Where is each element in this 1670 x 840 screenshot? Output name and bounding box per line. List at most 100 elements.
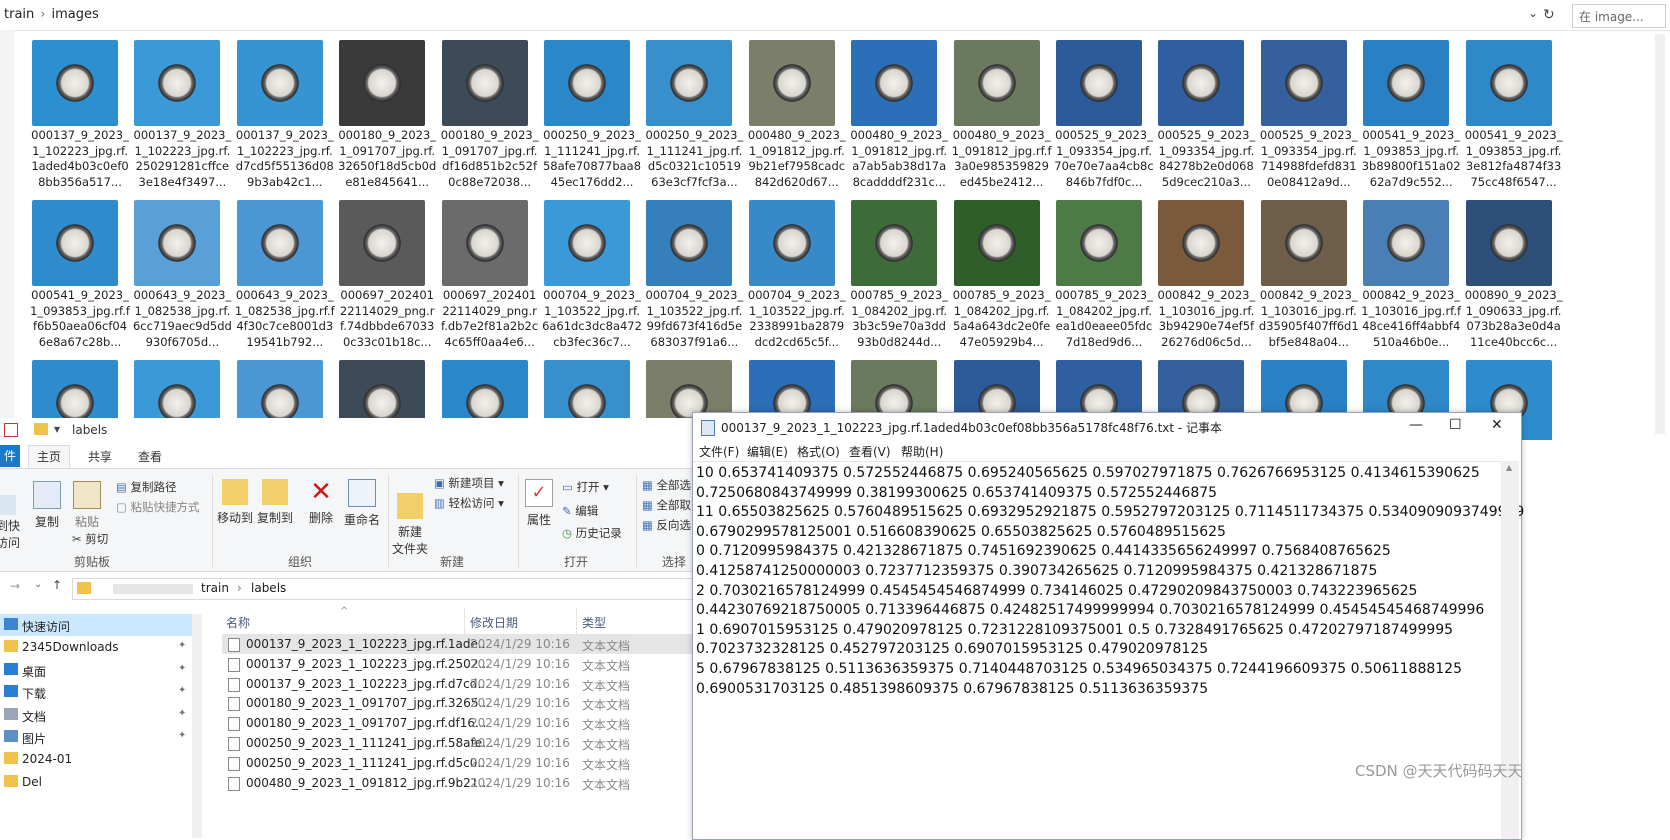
- thumbnail-item[interactable]: 000525_9_2023_1_093354_jpg.rf.714988fdef…: [1259, 40, 1369, 190]
- nav-item[interactable]: Del: [0, 771, 198, 793]
- pin-icon[interactable]: ✦: [178, 708, 186, 719]
- thumbnail-item[interactable]: 000525_9_2023_1_093354_jpg.rf.70e70e7aa4…: [1054, 40, 1164, 190]
- properties-quick-icon[interactable]: [4, 423, 18, 437]
- pin-icon[interactable]: ✦: [178, 685, 186, 696]
- thumbnail-item[interactable]: 000480_9_2023_1_091812_jpg.rf.a7ab5ab38d…: [849, 40, 959, 190]
- thumbnail-item[interactable]: 000643_9_2023_1_082538_jpg.rf.6cc719aec9…: [132, 200, 242, 350]
- cut-button[interactable]: ✂ 剪切: [72, 531, 108, 547]
- select-all-button[interactable]: ▦ 全部选: [642, 477, 691, 493]
- copy-path-button[interactable]: ▤ 复制路径: [116, 479, 177, 495]
- select-none-button[interactable]: ▦ 全部取: [642, 497, 691, 513]
- tab-file[interactable]: 件: [0, 445, 21, 467]
- address-train[interactable]: train: [201, 581, 229, 595]
- thumbnail-item[interactable]: 000250_9_2023_1_111241_jpg.rf.58afe70877…: [542, 40, 652, 190]
- thumbnail-item[interactable]: 000541_9_2023_1_093853_jpg.rf.3e812fa487…: [1464, 40, 1574, 190]
- file-row[interactable]: 000180_9_2023_1_091707_jpg.rf.df16... 202…: [222, 713, 700, 733]
- thumbnail-item[interactable]: 000704_9_2023_1_103522_jpg.rf.99fd673f41…: [644, 200, 754, 350]
- column-type[interactable]: 类型: [582, 614, 606, 631]
- nav-item[interactable]: 图片 ✦: [0, 726, 198, 748]
- search-input[interactable]: 在 image...: [1572, 4, 1666, 28]
- pin-quick-access-button[interactable]: 到快 访问: [0, 481, 26, 551]
- pin-icon[interactable]: ✦: [178, 663, 186, 674]
- copy-to-button[interactable]: 复制到: [256, 479, 294, 526]
- breadcrumb-images[interactable]: images: [51, 7, 98, 22]
- nav-scrollbar[interactable]: [192, 614, 202, 838]
- thumbnail-item[interactable]: 000785_9_2023_1_084202_jpg.rf.ea1d0eaee0…: [1054, 200, 1164, 350]
- file-row[interactable]: 000137_9_2023_1_102223_jpg.rf.d7cd... 202…: [222, 674, 700, 694]
- back-icon[interactable]: →: [10, 579, 20, 593]
- thumbnail-item[interactable]: 000250_9_2023_1_111241_jpg.rf.d5c0321c10…: [644, 40, 754, 190]
- nav-item[interactable]: 下载 ✦: [0, 681, 198, 703]
- menu-format[interactable]: 格式(O): [797, 443, 840, 460]
- thumbnail-item[interactable]: 000137_9_2023_1_102223_jpg.rf.d7cd5f5513…: [235, 40, 345, 190]
- close-icon[interactable]: ✕: [1491, 417, 1503, 433]
- invert-selection-button[interactable]: ▦ 反向选: [642, 517, 691, 533]
- paste-shortcut-button[interactable]: ▢ 粘贴快捷方式: [116, 499, 200, 515]
- delete-button[interactable]: ✕ 删除: [304, 479, 338, 526]
- thumbnail-item[interactable]: 000541_9_2023_1_093853_jpg.rf.ff6b50aea0…: [30, 200, 140, 350]
- tab-view[interactable]: 查看: [138, 448, 162, 465]
- thumbnail-item[interactable]: 000842_9_2023_1_103016_jpg.rf.d35905f407…: [1259, 200, 1369, 350]
- move-to-button[interactable]: 移动到: [216, 479, 254, 526]
- address-labels[interactable]: labels: [251, 581, 286, 595]
- thumbnail-item[interactable]: 000137_9_2023_1_102223_jpg.rf.250291281c…: [132, 40, 242, 190]
- maximize-icon[interactable]: ☐: [1449, 417, 1462, 433]
- nav-item[interactable]: 文档 ✦: [0, 704, 198, 726]
- breadcrumb-train[interactable]: train: [4, 7, 34, 22]
- chevron-down-icon[interactable]: ⌄: [1528, 6, 1538, 20]
- thumbnail-item[interactable]: 000704_9_2023_1_103522_jpg.rf.6a61dc3dc8…: [542, 200, 652, 350]
- file-row[interactable]: 000250_9_2023_1_111241_jpg.rf.d5c0... 202…: [222, 753, 700, 773]
- edit-button[interactable]: ✎ 编辑: [562, 503, 598, 519]
- file-row[interactable]: 000250_9_2023_1_111241_jpg.rf.58afe... 20…: [222, 733, 700, 753]
- pin-icon[interactable]: ✦: [178, 640, 186, 651]
- tab-home[interactable]: 主页: [28, 445, 71, 468]
- thumbnail-item[interactable]: 000697_20240122114029_png.rf.db7e2f81a2b…: [440, 200, 550, 350]
- thumbnail-item[interactable]: 000785_9_2023_1_084202_jpg.rf.5a4a643dc2…: [952, 200, 1062, 350]
- thumbnail-item[interactable]: 000643_9_2023_1_082538_jpg.rf.f4f30c7ce8…: [235, 200, 345, 350]
- thumbnail-item[interactable]: 000480_9_2023_1_091812_jpg.rf.f3a0e98535…: [952, 40, 1062, 190]
- scroll-up-icon[interactable]: ▲: [1506, 463, 1512, 472]
- easy-access-button[interactable]: ▥ 轻松访问 ▾: [434, 495, 504, 511]
- thumbnail-item[interactable]: 000180_9_2023_1_091707_jpg.rf.32650f18d5…: [337, 40, 447, 190]
- thumbnail-item[interactable]: 000785_9_2023_1_084202_jpg.rf.3b3c59e70a…: [849, 200, 959, 350]
- new-folder-button[interactable]: 新建 文件夹: [392, 479, 428, 557]
- thumbnail-item[interactable]: 000525_9_2023_1_093354_jpg.rf.84278b2e0d…: [1156, 40, 1266, 190]
- thumbnail-item[interactable]: 000541_9_2023_1_093853_jpg.rf.3b89800f15…: [1361, 40, 1471, 190]
- file-row[interactable]: 000480_9_2023_1_091812_jpg.rf.9b21... 202…: [222, 773, 700, 793]
- menu-help[interactable]: 帮助(H): [901, 443, 943, 460]
- notepad-scrollbar[interactable]: ▲: [1501, 461, 1519, 839]
- thumbnail-item[interactable]: 000704_9_2023_1_103522_jpg.rf.2338991ba2…: [747, 200, 857, 350]
- thumbnail-item[interactable]: 000890_9_2023_1_090633_jpg.rf.073b28a3e0…: [1464, 200, 1574, 350]
- thumbnail-item[interactable]: 000137_9_2023_1_102223_jpg.rf.1aded4b03c…: [30, 40, 140, 190]
- file-row[interactable]: 000180_9_2023_1_091707_jpg.rf.3265... 202…: [222, 693, 700, 713]
- notepad-text-area[interactable]: 10 0.653741409375 0.572552446875 0.69524…: [693, 461, 1524, 840]
- file-row[interactable]: 000137_9_2023_1_102223_jpg.rf.2502... 202…: [222, 654, 700, 674]
- properties-button[interactable]: ✓ 属性: [522, 479, 556, 528]
- column-date[interactable]: 修改日期: [470, 614, 518, 631]
- file-row[interactable]: 000137_9_2023_1_102223_jpg.rf.1ade... 202…: [222, 634, 700, 654]
- thumbnail-item[interactable]: 000180_9_2023_1_091707_jpg.rf.df16d851b2…: [440, 40, 550, 190]
- nav-item[interactable]: 快速访问: [0, 614, 198, 636]
- nav-item[interactable]: 2345Downloads ✦: [0, 636, 198, 658]
- thumbnail-item[interactable]: 000480_9_2023_1_091812_jpg.rf.9b21ef7958…: [747, 40, 857, 190]
- menu-file[interactable]: 文件(F): [699, 443, 739, 460]
- recent-dropdown-icon[interactable]: ⌄: [34, 579, 42, 590]
- thumbnail-item[interactable]: 000842_9_2023_1_103016_jpg.rf.3b94290e74…: [1156, 200, 1266, 350]
- open-button[interactable]: ▭ 打开 ▾: [562, 479, 609, 495]
- paste-button[interactable]: 粘贴: [70, 481, 104, 530]
- history-button[interactable]: ◷ 历史记录: [562, 525, 622, 541]
- tab-share[interactable]: 共享: [88, 448, 112, 465]
- refresh-icon[interactable]: ↻: [1543, 7, 1555, 23]
- address-input[interactable]: train › labels: [72, 578, 694, 600]
- up-icon[interactable]: ↑: [52, 578, 62, 592]
- thumbnail-item[interactable]: 000697_20240122114029_png.rf.74dbbde6703…: [337, 200, 447, 350]
- vertical-scrollbar[interactable]: [1655, 34, 1665, 434]
- rename-button[interactable]: 重命名: [342, 479, 382, 528]
- new-item-button[interactable]: ▣ 新建项目 ▾: [434, 475, 504, 491]
- pin-icon[interactable]: ✦: [178, 730, 186, 741]
- nav-item[interactable]: 桌面 ✦: [0, 659, 198, 681]
- copy-button[interactable]: 复制: [30, 481, 64, 530]
- minimize-icon[interactable]: —: [1409, 417, 1423, 433]
- qat-dropdown-icon[interactable]: ▾: [54, 422, 60, 436]
- thumbnail-item[interactable]: 000842_9_2023_1_103016_jpg.rf.f48ce416ff…: [1361, 200, 1471, 350]
